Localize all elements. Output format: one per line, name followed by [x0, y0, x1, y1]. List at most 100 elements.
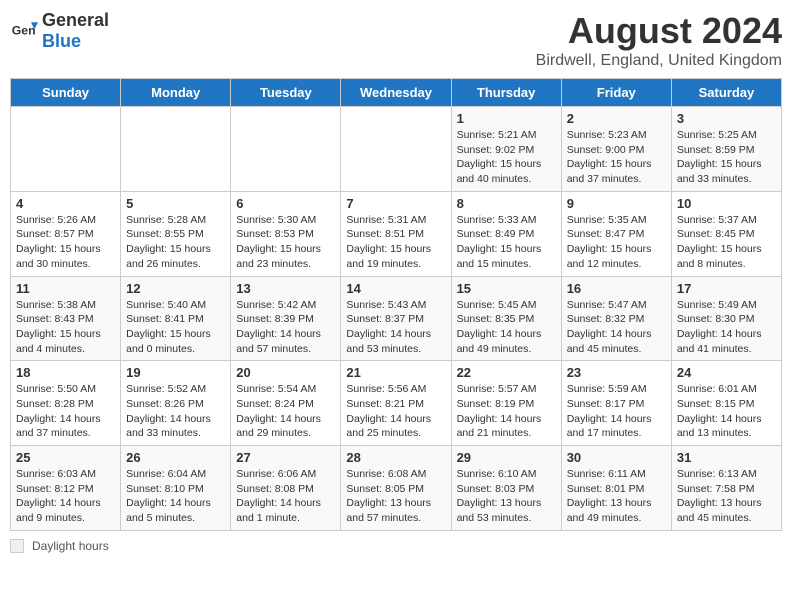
calendar-cell: 7 Sunrise: 5:31 AMSunset: 8:51 PMDayligh…	[341, 191, 451, 276]
day-number: 28	[346, 450, 445, 465]
day-number: 2	[567, 111, 666, 126]
day-number: 14	[346, 281, 445, 296]
calendar-cell: 9 Sunrise: 5:35 AMSunset: 8:47 PMDayligh…	[561, 191, 671, 276]
calendar-cell: 2 Sunrise: 5:23 AMSunset: 9:00 PMDayligh…	[561, 107, 671, 192]
calendar-cell: 13 Sunrise: 5:42 AMSunset: 8:39 PMDaylig…	[231, 276, 341, 361]
day-info: Sunrise: 5:54 AMSunset: 8:24 PMDaylight:…	[236, 382, 335, 441]
calendar-cell	[121, 107, 231, 192]
calendar-cell: 21 Sunrise: 5:56 AMSunset: 8:21 PMDaylig…	[341, 361, 451, 446]
calendar-cell: 23 Sunrise: 5:59 AMSunset: 8:17 PMDaylig…	[561, 361, 671, 446]
day-number: 13	[236, 281, 335, 296]
calendar-cell: 1 Sunrise: 5:21 AMSunset: 9:02 PMDayligh…	[451, 107, 561, 192]
day-info: Sunrise: 5:59 AMSunset: 8:17 PMDaylight:…	[567, 382, 666, 441]
day-number: 25	[16, 450, 115, 465]
day-info: Sunrise: 5:31 AMSunset: 8:51 PMDaylight:…	[346, 213, 445, 272]
day-number: 3	[677, 111, 776, 126]
day-number: 4	[16, 196, 115, 211]
logo: Gen General Blue	[10, 10, 109, 52]
day-number: 23	[567, 365, 666, 380]
day-info: Sunrise: 5:57 AMSunset: 8:19 PMDaylight:…	[457, 382, 556, 441]
day-info: Sunrise: 5:40 AMSunset: 8:41 PMDaylight:…	[126, 298, 225, 357]
day-number: 17	[677, 281, 776, 296]
calendar-cell	[341, 107, 451, 192]
day-header-thursday: Thursday	[451, 79, 561, 107]
calendar-cell: 8 Sunrise: 5:33 AMSunset: 8:49 PMDayligh…	[451, 191, 561, 276]
day-number: 19	[126, 365, 225, 380]
day-info: Sunrise: 5:21 AMSunset: 9:02 PMDaylight:…	[457, 128, 556, 187]
day-number: 21	[346, 365, 445, 380]
day-info: Sunrise: 6:08 AMSunset: 8:05 PMDaylight:…	[346, 467, 445, 526]
day-info: Sunrise: 5:43 AMSunset: 8:37 PMDaylight:…	[346, 298, 445, 357]
day-header-tuesday: Tuesday	[231, 79, 341, 107]
calendar-cell: 26 Sunrise: 6:04 AMSunset: 8:10 PMDaylig…	[121, 446, 231, 531]
day-info: Sunrise: 6:03 AMSunset: 8:12 PMDaylight:…	[16, 467, 115, 526]
day-number: 5	[126, 196, 225, 211]
day-number: 31	[677, 450, 776, 465]
calendar-cell: 16 Sunrise: 5:47 AMSunset: 8:32 PMDaylig…	[561, 276, 671, 361]
calendar-cell: 28 Sunrise: 6:08 AMSunset: 8:05 PMDaylig…	[341, 446, 451, 531]
day-number: 24	[677, 365, 776, 380]
day-header-sunday: Sunday	[11, 79, 121, 107]
main-title: August 2024	[536, 10, 782, 52]
calendar-cell	[11, 107, 121, 192]
day-header-wednesday: Wednesday	[341, 79, 451, 107]
day-info: Sunrise: 5:45 AMSunset: 8:35 PMDaylight:…	[457, 298, 556, 357]
day-number: 27	[236, 450, 335, 465]
day-info: Sunrise: 6:13 AMSunset: 7:58 PMDaylight:…	[677, 467, 776, 526]
calendar-cell: 19 Sunrise: 5:52 AMSunset: 8:26 PMDaylig…	[121, 361, 231, 446]
calendar-cell: 12 Sunrise: 5:40 AMSunset: 8:41 PMDaylig…	[121, 276, 231, 361]
calendar-cell: 20 Sunrise: 5:54 AMSunset: 8:24 PMDaylig…	[231, 361, 341, 446]
day-info: Sunrise: 5:33 AMSunset: 8:49 PMDaylight:…	[457, 213, 556, 272]
calendar-table: SundayMondayTuesdayWednesdayThursdayFrid…	[10, 78, 782, 531]
calendar-cell: 14 Sunrise: 5:43 AMSunset: 8:37 PMDaylig…	[341, 276, 451, 361]
day-info: Sunrise: 5:35 AMSunset: 8:47 PMDaylight:…	[567, 213, 666, 272]
calendar-cell: 6 Sunrise: 5:30 AMSunset: 8:53 PMDayligh…	[231, 191, 341, 276]
legend-text: Daylight hours	[32, 539, 109, 553]
day-info: Sunrise: 5:25 AMSunset: 8:59 PMDaylight:…	[677, 128, 776, 187]
logo-icon: Gen	[10, 17, 38, 45]
title-area: August 2024 Birdwell, England, United Ki…	[536, 10, 782, 70]
calendar-cell: 22 Sunrise: 5:57 AMSunset: 8:19 PMDaylig…	[451, 361, 561, 446]
day-info: Sunrise: 5:23 AMSunset: 9:00 PMDaylight:…	[567, 128, 666, 187]
day-number: 15	[457, 281, 556, 296]
day-info: Sunrise: 5:38 AMSunset: 8:43 PMDaylight:…	[16, 298, 115, 357]
day-info: Sunrise: 5:42 AMSunset: 8:39 PMDaylight:…	[236, 298, 335, 357]
day-info: Sunrise: 5:47 AMSunset: 8:32 PMDaylight:…	[567, 298, 666, 357]
calendar-cell: 31 Sunrise: 6:13 AMSunset: 7:58 PMDaylig…	[671, 446, 781, 531]
day-info: Sunrise: 5:56 AMSunset: 8:21 PMDaylight:…	[346, 382, 445, 441]
day-header-monday: Monday	[121, 79, 231, 107]
calendar-cell: 29 Sunrise: 6:10 AMSunset: 8:03 PMDaylig…	[451, 446, 561, 531]
day-number: 22	[457, 365, 556, 380]
day-number: 18	[16, 365, 115, 380]
day-number: 20	[236, 365, 335, 380]
calendar-cell: 27 Sunrise: 6:06 AMSunset: 8:08 PMDaylig…	[231, 446, 341, 531]
subtitle: Birdwell, England, United Kingdom	[536, 52, 782, 70]
day-info: Sunrise: 6:04 AMSunset: 8:10 PMDaylight:…	[126, 467, 225, 526]
day-number: 7	[346, 196, 445, 211]
calendar-cell: 5 Sunrise: 5:28 AMSunset: 8:55 PMDayligh…	[121, 191, 231, 276]
day-info: Sunrise: 5:50 AMSunset: 8:28 PMDaylight:…	[16, 382, 115, 441]
day-number: 11	[16, 281, 115, 296]
calendar-cell: 3 Sunrise: 5:25 AMSunset: 8:59 PMDayligh…	[671, 107, 781, 192]
calendar-cell: 18 Sunrise: 5:50 AMSunset: 8:28 PMDaylig…	[11, 361, 121, 446]
day-number: 10	[677, 196, 776, 211]
day-info: Sunrise: 5:26 AMSunset: 8:57 PMDaylight:…	[16, 213, 115, 272]
calendar-cell: 11 Sunrise: 5:38 AMSunset: 8:43 PMDaylig…	[11, 276, 121, 361]
day-number: 6	[236, 196, 335, 211]
calendar-cell: 17 Sunrise: 5:49 AMSunset: 8:30 PMDaylig…	[671, 276, 781, 361]
logo-blue-text: Blue	[42, 31, 81, 51]
day-number: 30	[567, 450, 666, 465]
calendar-cell: 25 Sunrise: 6:03 AMSunset: 8:12 PMDaylig…	[11, 446, 121, 531]
calendar-cell: 4 Sunrise: 5:26 AMSunset: 8:57 PMDayligh…	[11, 191, 121, 276]
page-header: Gen General Blue August 2024 Birdwell, E…	[10, 10, 782, 70]
day-number: 9	[567, 196, 666, 211]
calendar-cell: 15 Sunrise: 5:45 AMSunset: 8:35 PMDaylig…	[451, 276, 561, 361]
day-number: 26	[126, 450, 225, 465]
day-info: Sunrise: 6:10 AMSunset: 8:03 PMDaylight:…	[457, 467, 556, 526]
day-info: Sunrise: 5:30 AMSunset: 8:53 PMDaylight:…	[236, 213, 335, 272]
day-number: 1	[457, 111, 556, 126]
svg-text:Gen: Gen	[12, 24, 36, 38]
legend-box	[10, 539, 24, 553]
logo-general-text: General	[42, 10, 109, 30]
day-info: Sunrise: 5:52 AMSunset: 8:26 PMDaylight:…	[126, 382, 225, 441]
